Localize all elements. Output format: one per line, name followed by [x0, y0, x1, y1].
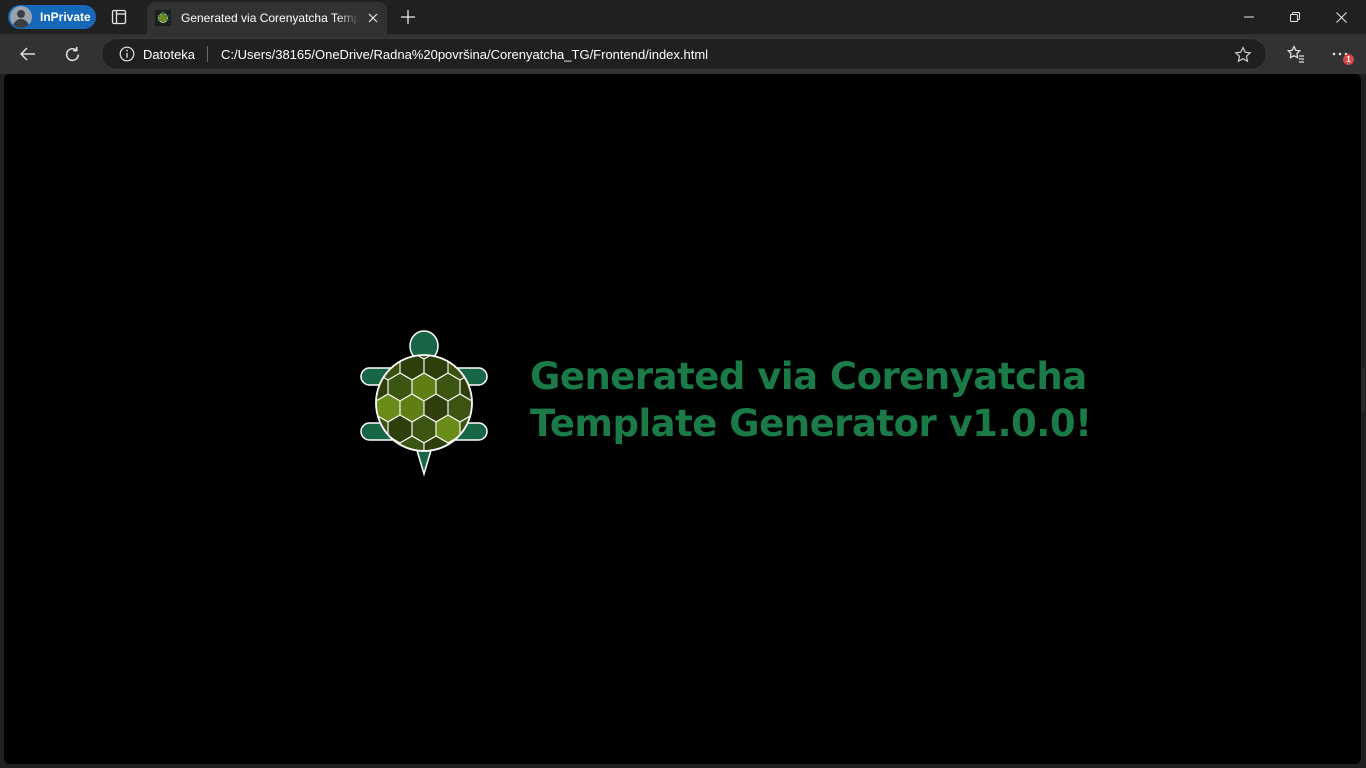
tab-active[interactable]: Generated via Corenyatcha Template Gener…	[147, 2, 387, 34]
tab-close-button[interactable]	[365, 10, 381, 26]
window-close-button[interactable]	[1318, 0, 1364, 34]
add-favorite-button[interactable]	[1234, 46, 1252, 64]
inprivate-button[interactable]: InPrivate	[8, 5, 96, 29]
tab-actions-button[interactable]	[110, 8, 128, 26]
address-bar[interactable]: Datoteka C:/Users/38165/OneDrive/Radna%2…	[101, 38, 1267, 70]
restore-icon	[1290, 12, 1300, 22]
back-arrow-icon	[20, 47, 35, 61]
star-icon	[1234, 46, 1252, 63]
new-tab-button[interactable]	[399, 8, 417, 26]
tab-title: Generated via Corenyatcha Template Gener…	[181, 11, 359, 25]
title-bar: InPrivate Generated via Corenyatcha Temp…	[0, 0, 1366, 34]
tab-actions-icon	[111, 9, 127, 25]
heading-line-2: Template Generator v1.0.0!	[530, 402, 1092, 445]
url-scheme-label: Datoteka	[143, 46, 196, 62]
favorites-list-icon	[1287, 45, 1304, 63]
favorites-button[interactable]	[1284, 42, 1308, 66]
page-viewport: Generated via Corenyatcha Template Gener…	[4, 74, 1361, 764]
page-heading: Generated via Corenyatcha Template Gener…	[530, 353, 1092, 447]
refresh-button[interactable]	[60, 42, 84, 66]
inprivate-label: InPrivate	[40, 10, 91, 24]
site-info-button[interactable]	[119, 46, 135, 62]
restore-button[interactable]	[1272, 0, 1318, 34]
refresh-icon	[65, 46, 79, 61]
turtle-favicon-icon	[155, 10, 171, 26]
close-icon	[368, 13, 378, 23]
heading-line-1: Generated via Corenyatcha	[530, 355, 1087, 398]
turtle-logo-icon	[360, 330, 488, 477]
scrollbar-handle[interactable]	[1361, 368, 1365, 412]
address-divider	[207, 46, 209, 62]
profile-avatar-icon	[10, 6, 32, 28]
info-icon	[119, 46, 135, 62]
plus-icon	[401, 10, 415, 24]
url-text[interactable]: C:/Users/38165/OneDrive/Radna%20površina…	[221, 47, 708, 62]
minimize-icon	[1244, 16, 1254, 18]
close-icon	[1335, 11, 1347, 23]
notification-badge: 1	[1343, 54, 1354, 65]
back-button[interactable]	[16, 42, 40, 66]
minimize-button[interactable]	[1226, 0, 1272, 34]
